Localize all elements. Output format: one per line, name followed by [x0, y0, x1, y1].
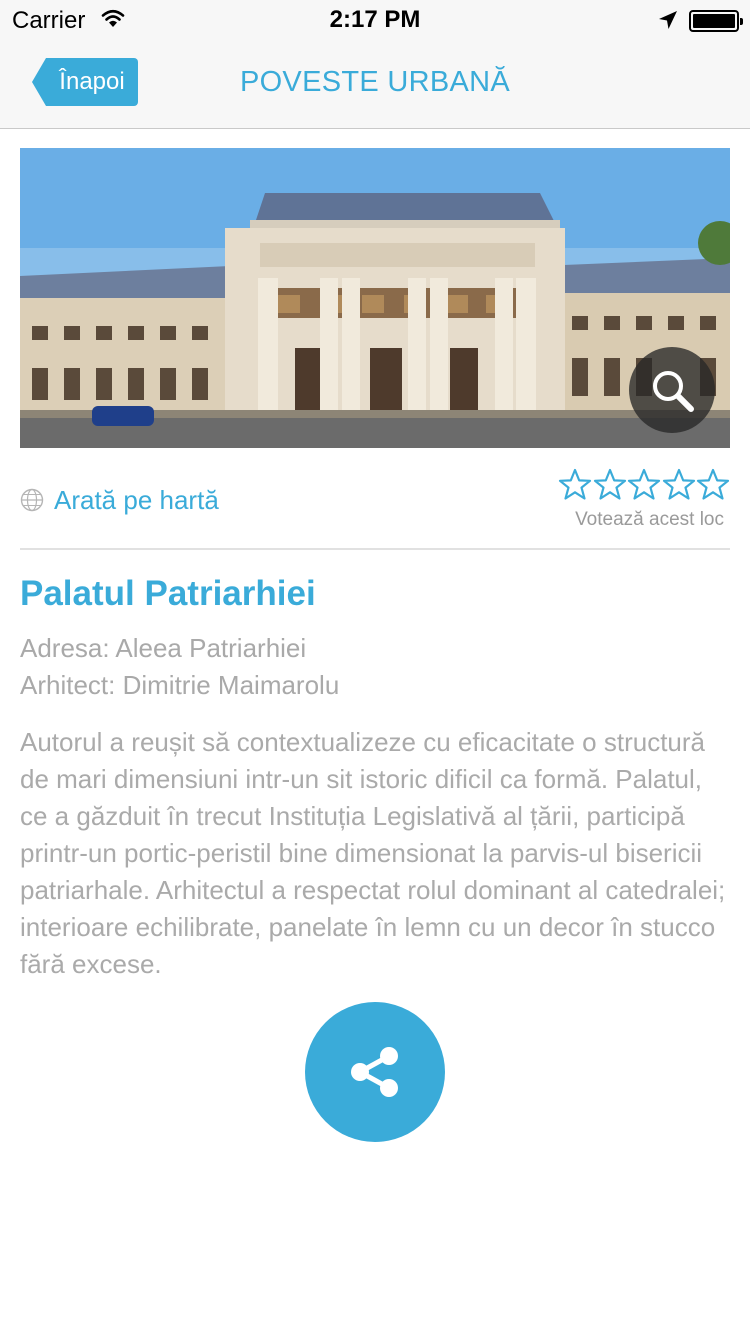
star-icon[interactable]	[627, 468, 661, 502]
place-name: Palatul Patriarhiei	[20, 574, 316, 613]
battery-icon	[689, 10, 743, 32]
place-description: Autorul a reușit să contextualizeze cu e…	[20, 727, 726, 979]
star-icon[interactable]	[558, 468, 592, 502]
star-rating[interactable]	[558, 468, 730, 502]
star-icon[interactable]	[696, 468, 730, 502]
star-icon[interactable]	[593, 468, 627, 502]
magnifier-icon	[653, 371, 694, 412]
location-arrow-icon	[658, 10, 678, 35]
status-bar: Carrier 2:17 PM	[0, 0, 750, 40]
globe-icon	[20, 488, 44, 512]
place-address: Adresa: Aleea Patriarhiei	[20, 633, 307, 663]
star-icon[interactable]	[662, 468, 696, 502]
navigation-bar: Înapoi POVESTE URBANĂ	[0, 40, 750, 129]
place-photo[interactable]	[20, 148, 730, 448]
divider	[20, 548, 730, 550]
show-on-map-label: Arată pe hartă	[54, 484, 219, 515]
page-title: POVESTE URBANĂ	[239, 66, 511, 98]
clock: 2:17 PM	[329, 6, 421, 33]
vote-label: Votează acest loc	[575, 509, 724, 530]
share-button[interactable]	[305, 1002, 445, 1142]
share-icon	[351, 1047, 398, 1097]
show-on-map-link[interactable]: Arată pe hartă	[20, 483, 219, 517]
zoom-button[interactable]	[629, 347, 715, 433]
place-architect: Arhitect: Dimitrie Maimarolu	[20, 670, 340, 700]
